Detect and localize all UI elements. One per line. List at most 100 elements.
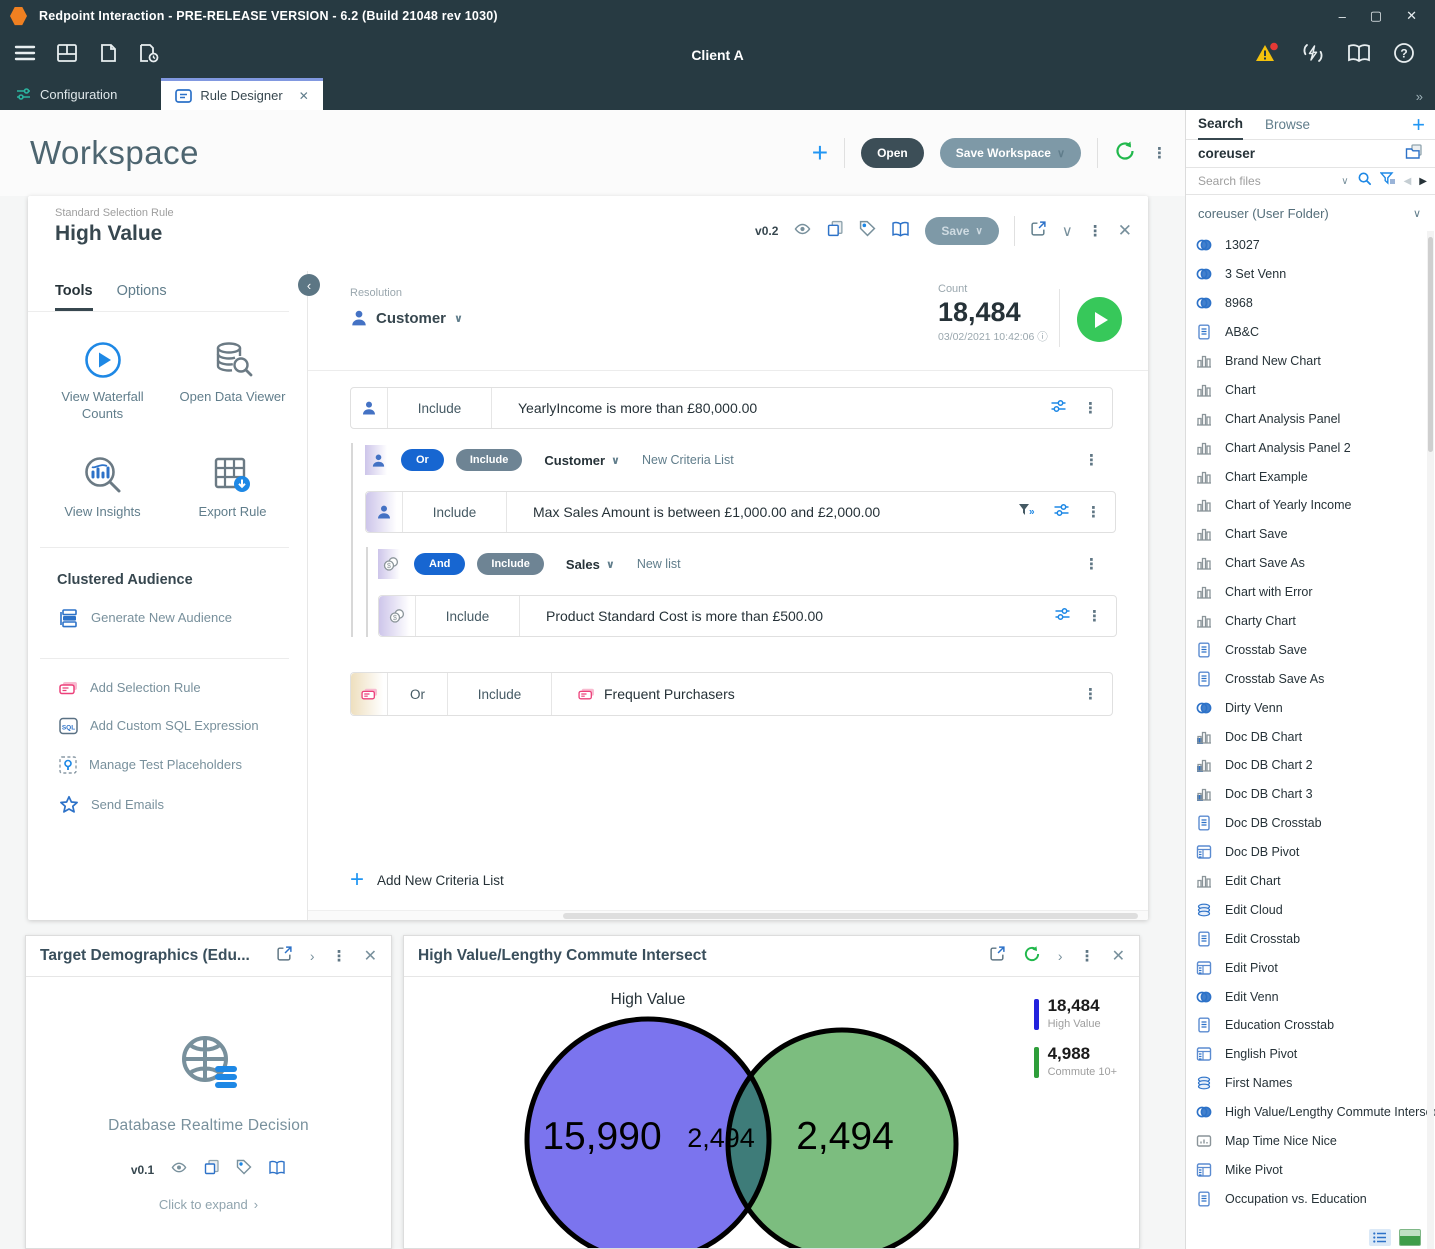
notes-book-icon[interactable] — [268, 1160, 286, 1180]
nested-rule-label[interactable]: Frequent Purchasers — [552, 686, 1083, 702]
info-icon[interactable]: ⓘ — [1037, 331, 1048, 343]
new-file-icon[interactable] — [98, 43, 118, 68]
list-item[interactable]: Edit Pivot — [1186, 953, 1425, 982]
refresh-icon[interactable] — [1114, 140, 1136, 167]
list-item[interactable]: Doc DB Chart 2 — [1186, 751, 1425, 780]
criteria-group-header[interactable]: $ And Include Sales∨ New list ⋮ — [378, 547, 1113, 581]
include-mode[interactable]: Include — [448, 673, 552, 715]
menu-icon[interactable] — [14, 44, 36, 67]
open-in-new-icon[interactable] — [1030, 220, 1047, 242]
include-pill[interactable]: Include — [456, 449, 523, 471]
list-item[interactable]: Edit Venn — [1186, 982, 1425, 1011]
group-resolution-select[interactable]: Sales∨ — [566, 557, 615, 572]
view-insights-button[interactable]: View Insights — [38, 455, 168, 521]
list-item[interactable]: Chart of Yearly Income — [1186, 491, 1425, 520]
documentation-book-icon[interactable] — [1347, 43, 1371, 68]
list-item[interactable]: Doc DB Chart — [1186, 722, 1425, 751]
list-item[interactable]: Chart Save As — [1186, 549, 1425, 578]
prev-arrow-icon[interactable]: ◀ — [1404, 176, 1412, 187]
list-item[interactable]: AB&C — [1186, 318, 1425, 347]
search-input[interactable] — [1198, 174, 1333, 188]
include-mode[interactable]: Include — [388, 388, 492, 428]
open-data-viewer-button[interactable]: Open Data Viewer — [168, 340, 298, 423]
manage-test-placeholders-button[interactable]: Manage Test Placeholders — [59, 756, 307, 774]
criterion-label[interactable]: YearlyIncome is more than £80,000.00 — [492, 400, 1050, 416]
tab-tools[interactable]: Tools — [55, 283, 93, 311]
scrollbar-thumb[interactable] — [1428, 237, 1433, 452]
list-view-icon[interactable] — [1369, 1229, 1391, 1246]
filter-forward-icon[interactable]: » — [1018, 502, 1037, 523]
open-in-new-icon[interactable] — [276, 945, 293, 967]
workspaces-icon[interactable] — [56, 43, 78, 68]
file-history-icon[interactable] — [138, 43, 160, 68]
collapse-chevron-icon[interactable]: ∨ — [1062, 222, 1073, 240]
copy-icon[interactable] — [204, 1159, 220, 1180]
tag-icon[interactable] — [859, 220, 876, 242]
tab-overflow-icon[interactable]: » — [1416, 89, 1435, 110]
nested-rule-row[interactable]: Or Include Frequent Purchasers ⋮ — [350, 672, 1113, 716]
criterion-row[interactable]: Include Max Sales Amount is between £1,0… — [365, 491, 1116, 533]
list-item[interactable]: Chart — [1186, 375, 1425, 404]
close-rule-icon[interactable]: ✕ — [1118, 221, 1132, 241]
edit-criteria-sliders-icon[interactable] — [1050, 398, 1067, 419]
operator-pill[interactable]: Or — [401, 449, 444, 471]
tag-icon[interactable] — [236, 1159, 252, 1180]
list-item[interactable]: First Names — [1186, 1069, 1425, 1098]
send-emails-button[interactable]: Send Emails — [59, 795, 307, 814]
list-item[interactable]: 8968 — [1186, 289, 1425, 318]
open-in-new-icon[interactable] — [989, 945, 1006, 967]
next-arrow-icon[interactable]: ▶ — [1419, 176, 1427, 187]
list-item[interactable]: Dirty Venn — [1186, 693, 1425, 722]
list-item[interactable]: Brand New Chart — [1186, 347, 1425, 376]
include-mode[interactable]: Include — [416, 596, 520, 636]
list-item[interactable]: Edit Crosstab — [1186, 924, 1425, 953]
add-new-criteria-list-button[interactable]: + Add New Criteria List — [350, 870, 504, 890]
root-folder-name[interactable]: coreuser — [1198, 146, 1255, 161]
panel-kebab-icon[interactable]: ⋮ — [1080, 949, 1095, 964]
maximize-button[interactable]: ▢ — [1370, 8, 1382, 24]
rule-kebab-icon[interactable]: ⋮ — [1088, 224, 1103, 239]
group-resolution-select[interactable]: Customer∨ — [544, 453, 620, 468]
tab-rule-designer[interactable]: Rule Designer ✕ — [161, 78, 322, 110]
list-item[interactable]: 3 Set Venn — [1186, 260, 1425, 289]
list-item[interactable]: Occupation vs. Education — [1186, 1184, 1425, 1213]
folder-header[interactable]: coreuser (User Folder) ∨ — [1186, 195, 1435, 231]
group-name[interactable]: New list — [637, 557, 681, 571]
expand-chevron-icon[interactable]: › — [310, 948, 315, 964]
click-to-expand-button[interactable]: Click to expand› — [159, 1197, 258, 1212]
list-item[interactable]: Chart Analysis Panel — [1186, 404, 1425, 433]
resolution-select[interactable]: Customer ∨ — [350, 309, 463, 327]
workspace-kebab-icon[interactable]: ⋮ — [1152, 146, 1167, 161]
list-item[interactable]: Charty Chart — [1186, 607, 1425, 636]
list-item[interactable]: English Pivot — [1186, 1040, 1425, 1069]
folder-copy-icon[interactable] — [1405, 144, 1423, 163]
add-selection-rule-button[interactable]: Add Selection Rule — [59, 680, 307, 696]
scrollbar-thumb[interactable] — [563, 913, 1138, 919]
criterion-row[interactable]: Include YearlyIncome is more than £80,00… — [350, 387, 1113, 429]
list-item[interactable]: Crosstab Save — [1186, 635, 1425, 664]
close-panel-icon[interactable]: ✕ — [1112, 946, 1125, 966]
operator-pill[interactable]: And — [414, 553, 465, 575]
list-item[interactable]: Doc DB Chart 3 — [1186, 780, 1425, 809]
include-pill[interactable]: Include — [477, 553, 544, 575]
minimize-button[interactable]: – — [1339, 9, 1346, 24]
preview-eye-icon[interactable] — [170, 1160, 188, 1180]
list-item[interactable]: Chart Example — [1186, 462, 1425, 491]
copy-icon[interactable] — [827, 220, 844, 242]
row-kebab-icon[interactable]: ⋮ — [1083, 401, 1098, 416]
save-rule-button[interactable]: Save∨ — [925, 217, 998, 245]
list-item[interactable]: Chart Analysis Panel 2 — [1186, 433, 1425, 462]
tab-options[interactable]: Options — [117, 283, 167, 311]
open-button[interactable]: Open — [861, 138, 924, 168]
group-kebab-icon[interactable]: ⋮ — [1084, 557, 1099, 572]
close-panel-icon[interactable]: ✕ — [364, 946, 377, 966]
list-item[interactable]: Chart with Error — [1186, 578, 1425, 607]
tab-browse[interactable]: Browse — [1265, 110, 1310, 140]
list-item[interactable]: Map Time Nice Nice — [1186, 1127, 1425, 1156]
save-workspace-button[interactable]: Save Workspace∨ — [940, 138, 1081, 168]
edit-criteria-sliders-icon[interactable] — [1054, 606, 1071, 627]
collapse-panel-button[interactable]: ‹ — [298, 274, 320, 296]
add-file-button[interactable]: + — [1412, 112, 1425, 138]
list-item[interactable]: Doc DB Pivot — [1186, 838, 1425, 867]
sidebar-scrollbar[interactable] — [1427, 231, 1434, 1249]
